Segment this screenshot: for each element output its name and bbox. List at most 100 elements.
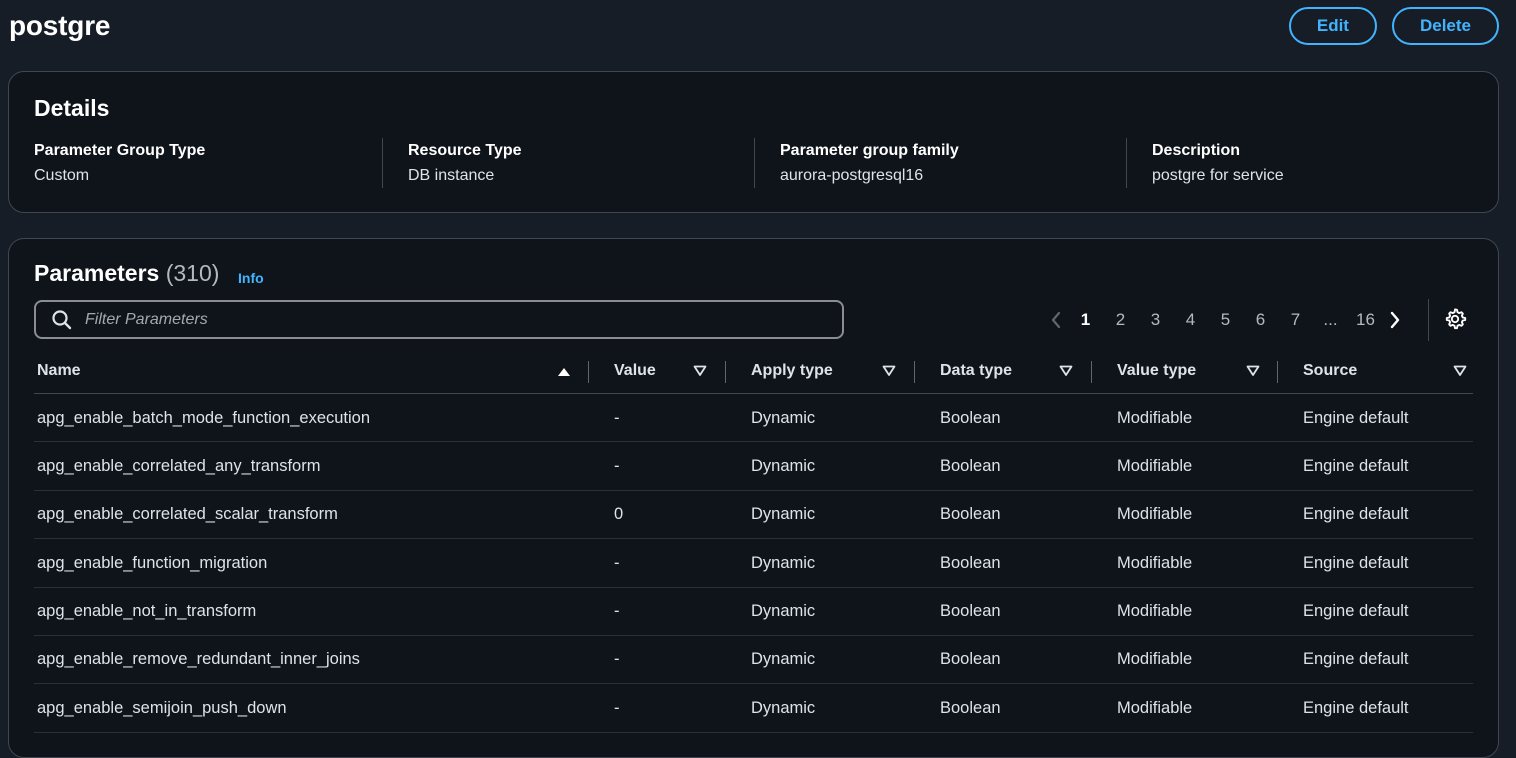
cell-source: Engine default — [1303, 602, 1409, 621]
search-icon — [52, 309, 72, 329]
table-row[interactable]: apg_enable_function_migration - Dynamic … — [34, 539, 1473, 588]
cell-apply-type: Dynamic — [751, 698, 816, 717]
info-link[interactable]: Info — [238, 270, 264, 286]
page-button-6[interactable]: 6 — [1243, 310, 1278, 330]
table-header: Name Value Apply type Data type Value ty… — [34, 348, 1473, 394]
cell-source: Engine default — [1303, 408, 1409, 427]
cell-value: - — [614, 698, 620, 717]
cell-value: - — [614, 408, 620, 427]
cell-data-type: Boolean — [940, 650, 1001, 669]
column-divider — [588, 361, 589, 383]
column-label: Data type — [940, 362, 1013, 379]
cell-value: 0 — [614, 505, 624, 524]
cell-data-type: Boolean — [940, 408, 1001, 427]
cell-value-type: Modifiable — [1117, 456, 1193, 475]
caret-down-outline-icon — [1453, 365, 1467, 376]
page-ellipsis: ... — [1323, 310, 1338, 329]
caret-down-outline-icon — [1246, 365, 1260, 376]
previous-page-button[interactable] — [1044, 303, 1068, 337]
preferences-button[interactable] — [1443, 307, 1469, 333]
detail-label: Description — [1152, 142, 1241, 159]
parameters-table: Name Value Apply type Data type Value ty… — [34, 348, 1473, 733]
cell-apply-type: Dynamic — [751, 650, 816, 669]
cell-value: - — [614, 456, 620, 475]
cell-value-type: Modifiable — [1117, 553, 1193, 572]
cell-source: Engine default — [1303, 505, 1409, 524]
parameters-panel: Parameters (310) Info 1 2 3 4 5 6 7 ... … — [8, 238, 1499, 758]
column-header-source[interactable]: Source — [1303, 348, 1473, 394]
column-divider — [914, 361, 915, 383]
cell-value-type: Modifiable — [1117, 408, 1193, 427]
cell-source: Engine default — [1303, 650, 1409, 669]
column-divider — [725, 361, 726, 383]
cell-source: Engine default — [1303, 456, 1409, 475]
column-divider — [1277, 361, 1278, 383]
page-button-3[interactable]: 3 — [1138, 310, 1173, 330]
header-actions: Edit Delete — [1288, 7, 1499, 45]
chevron-right-icon — [1390, 311, 1400, 329]
filter-input[interactable] — [83, 309, 842, 330]
page-button-7[interactable]: 7 — [1278, 310, 1313, 330]
column-label: Apply type — [751, 362, 833, 379]
cell-value-type: Modifiable — [1117, 698, 1193, 717]
caret-down-outline-icon — [693, 365, 707, 376]
filter-box[interactable] — [34, 300, 844, 339]
table-row[interactable]: apg_enable_correlated_any_transform - Dy… — [34, 442, 1473, 491]
cell-value: - — [614, 553, 620, 572]
parameters-title: Parameters — [34, 260, 160, 286]
column-header-apply-type[interactable]: Apply type — [751, 348, 911, 394]
parameters-count: (310) — [165, 260, 220, 286]
cell-data-type: Boolean — [940, 602, 1001, 621]
table-row[interactable]: apg_enable_correlated_scalar_transform 0… — [34, 491, 1473, 540]
column-label: Value type — [1117, 362, 1197, 379]
table-row[interactable]: apg_enable_batch_mode_function_execution… — [34, 394, 1473, 443]
page-button-2[interactable]: 2 — [1103, 310, 1138, 330]
column-header-value-type[interactable]: Value type — [1117, 348, 1277, 394]
detail-label: Parameter group family — [780, 142, 959, 159]
detail-value: DB instance — [408, 167, 495, 184]
cell-apply-type: Dynamic — [751, 553, 816, 572]
cell-value-type: Modifiable — [1117, 602, 1193, 621]
detail-description: Description postgre for service — [1126, 138, 1284, 188]
cell-value-type: Modifiable — [1117, 505, 1193, 524]
page-header: postgre Edit Delete — [8, 0, 1499, 56]
cell-name: apg_enable_not_in_transform — [37, 602, 257, 621]
table-row[interactable]: apg_enable_semijoin_push_down - Dynamic … — [34, 684, 1473, 733]
page-button-5[interactable]: 5 — [1208, 310, 1243, 330]
detail-label: Resource Type — [408, 142, 522, 159]
cell-name: apg_enable_remove_redundant_inner_joins — [37, 650, 360, 669]
detail-value: Custom — [34, 167, 90, 184]
caret-down-outline-icon — [882, 365, 896, 376]
cell-name: apg_enable_correlated_scalar_transform — [37, 505, 338, 524]
cell-value-type: Modifiable — [1117, 650, 1193, 669]
next-page-button[interactable] — [1383, 303, 1407, 337]
delete-button[interactable]: Delete — [1391, 7, 1499, 45]
details-panel: Details Parameter Group Type Custom Reso… — [8, 71, 1499, 213]
cell-data-type: Boolean — [940, 505, 1001, 524]
cell-name: apg_enable_correlated_any_transform — [37, 456, 321, 475]
column-divider — [1091, 361, 1092, 383]
gear-icon — [1445, 308, 1467, 330]
cell-source: Engine default — [1303, 553, 1409, 572]
cell-name: apg_enable_function_migration — [37, 553, 268, 572]
caret-down-outline-icon — [1059, 365, 1073, 376]
pagination-divider — [1428, 299, 1429, 341]
parameters-heading: Parameters (310) — [34, 260, 219, 287]
edit-button[interactable]: Edit — [1288, 7, 1377, 45]
details-heading: Details — [34, 95, 110, 121]
page-button-4[interactable]: 4 — [1173, 310, 1208, 330]
column-header-name[interactable]: Name — [37, 348, 577, 394]
table-row[interactable]: apg_enable_remove_redundant_inner_joins … — [34, 636, 1473, 685]
column-label: Name — [37, 362, 81, 379]
detail-parameter-group-family: Parameter group family aurora-postgresql… — [754, 138, 959, 188]
column-header-value[interactable]: Value — [614, 348, 714, 394]
detail-value: postgre for service — [1152, 167, 1284, 184]
column-header-data-type[interactable]: Data type — [940, 348, 1090, 394]
page-title: postgre — [9, 10, 111, 41]
chevron-left-icon — [1051, 311, 1061, 329]
detail-label: Parameter Group Type — [34, 142, 206, 159]
caret-up-filled-icon — [558, 368, 570, 376]
page-button-16[interactable]: 16 — [1348, 310, 1383, 330]
table-row[interactable]: apg_enable_not_in_transform - Dynamic Bo… — [34, 588, 1473, 636]
page-button-1[interactable]: 1 — [1068, 310, 1103, 330]
